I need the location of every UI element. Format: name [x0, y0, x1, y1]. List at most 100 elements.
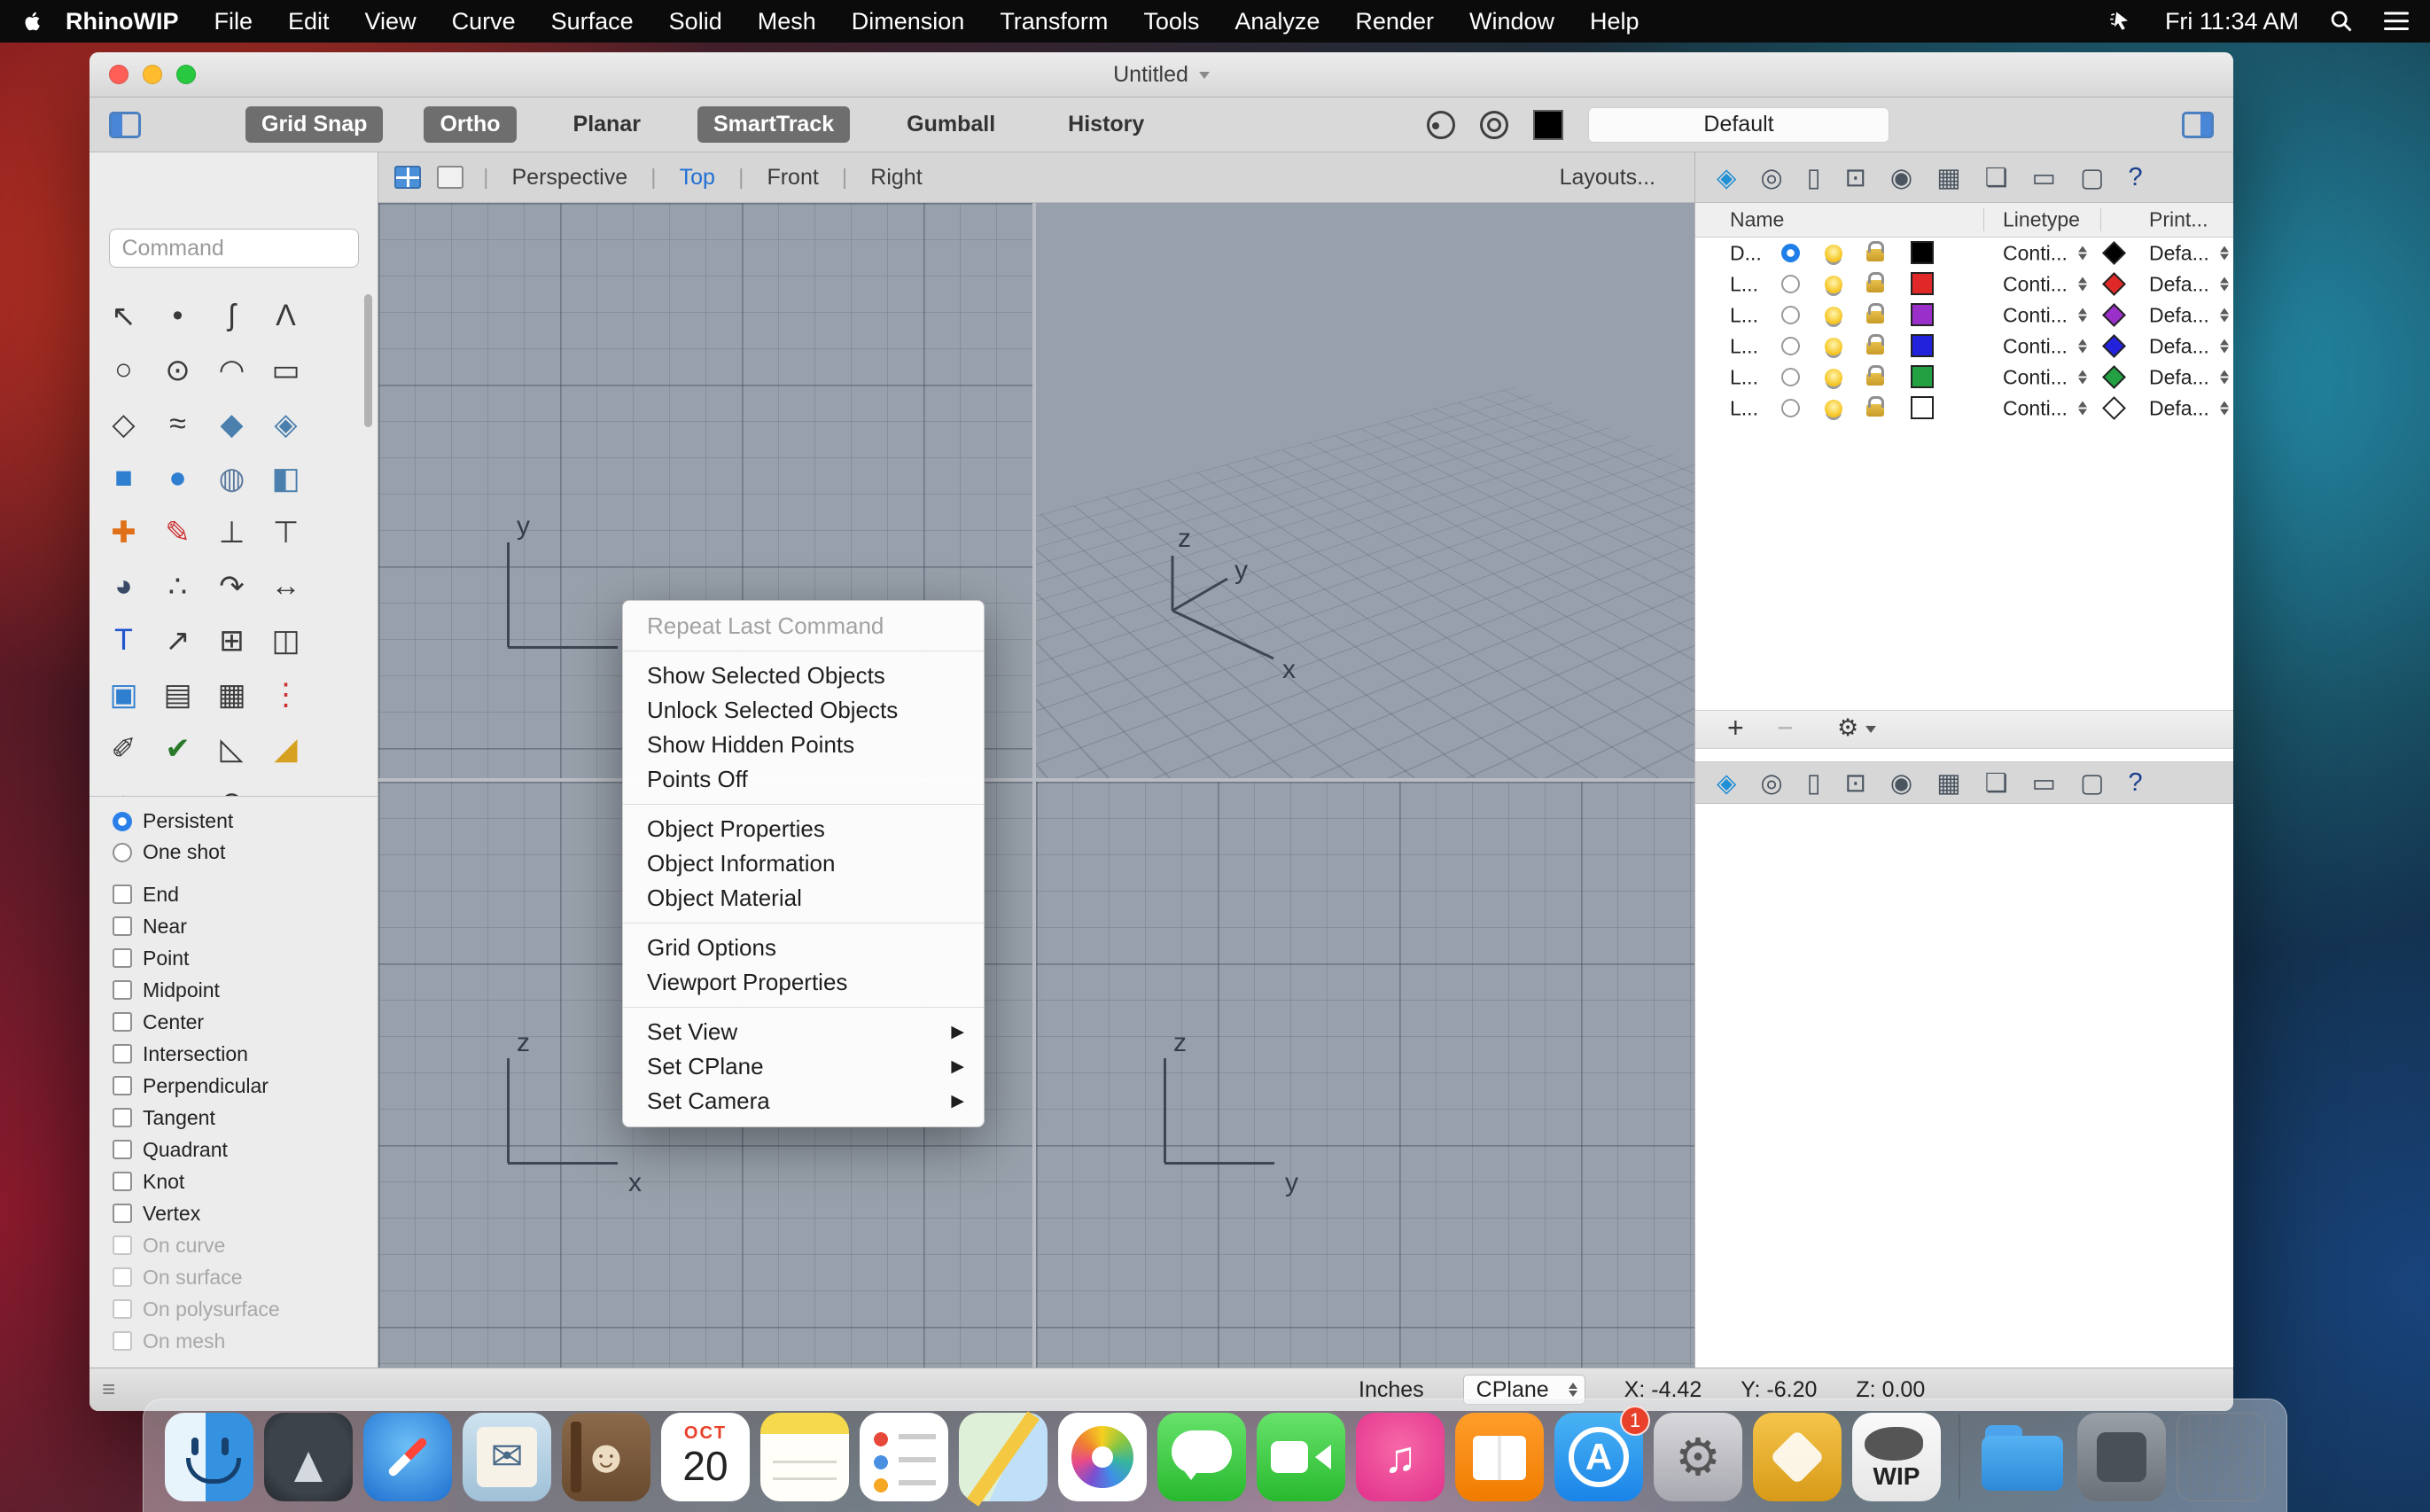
print-color-diamond[interactable] [2102, 365, 2126, 389]
checkbox-icon[interactable] [113, 948, 132, 968]
layer-color-swatch[interactable] [1911, 272, 1934, 295]
checkbox-icon[interactable] [113, 1108, 132, 1127]
dock-safari-icon[interactable] [363, 1412, 452, 1501]
rectangle-tool-icon[interactable]: ▭ [259, 343, 313, 397]
layer-options-dropdown[interactable]: ⚙ [1837, 714, 1877, 742]
clipping-plane-tool-icon[interactable]: ◫ [259, 613, 313, 667]
menu-item-set-cplane[interactable]: Set CPlane ▶ [623, 1049, 984, 1084]
menu-render[interactable]: Render [1337, 8, 1452, 35]
properties-panel-tab-icon[interactable]: ◎ [1760, 768, 1782, 799]
snap-vertex[interactable]: Vertex [90, 1197, 378, 1229]
lock-icon[interactable] [1866, 303, 1884, 323]
frame-panel-tab-icon[interactable]: ▭ [2032, 162, 2056, 193]
arc-tool-icon[interactable]: ◠ [205, 343, 259, 397]
menu-item-show-selected-objects[interactable]: Show Selected Objects [623, 659, 984, 693]
current-layer-radio[interactable] [1781, 368, 1800, 386]
minimize-button[interactable] [143, 65, 162, 84]
close-button[interactable] [109, 65, 129, 84]
menu-solid[interactable]: Solid [651, 8, 740, 35]
grid-array-tool-icon[interactable]: ▦ [205, 667, 259, 721]
materials-panel-tab-icon[interactable]: ⊡ [1845, 768, 1866, 799]
menu-tools[interactable]: Tools [1125, 8, 1217, 35]
document-panel-tab-icon[interactable]: ▯ [1807, 162, 1821, 193]
menu-item-object-properties[interactable]: Object Properties [623, 812, 984, 846]
bulb-icon[interactable] [1825, 276, 1842, 293]
menu-surface[interactable]: Surface [534, 8, 651, 35]
circle-tool-icon[interactable]: ○ [97, 343, 151, 397]
document-panel-tab-icon[interactable]: ▯ [1807, 768, 1821, 799]
point-column-tool-icon[interactable]: ⋮ [259, 667, 313, 721]
checkbox-icon[interactable] [113, 916, 132, 936]
menu-dimension[interactable]: Dimension [834, 8, 983, 35]
single-view-layout-icon[interactable] [437, 166, 463, 189]
checkbox-icon[interactable] [113, 1076, 132, 1095]
active-layer-color-swatch[interactable] [1533, 109, 1563, 140]
checkbox-icon[interactable] [113, 1044, 132, 1064]
dock-facetime-icon[interactable] [1257, 1412, 1345, 1501]
dock-rhino-wip-icon[interactable]: WIP [1852, 1412, 1941, 1501]
cursor-constraint-icon[interactable] [1427, 110, 1455, 139]
menu-item-set-camera[interactable]: Set Camera ▶ [623, 1084, 984, 1118]
menu-item-unlock-selected-objects[interactable]: Unlock Selected Objects [623, 693, 984, 728]
ellipse-b-tool-icon[interactable]: ⊖ [205, 775, 259, 797]
named-views-panel-tab-icon[interactable]: ◉ [1890, 768, 1912, 799]
cursor-status-icon[interactable] [2108, 9, 2135, 34]
dock-system-preferences-icon[interactable] [1654, 1412, 1742, 1501]
properties-panel-tab-icon[interactable]: ◎ [1760, 162, 1782, 193]
checkbox-icon[interactable] [113, 1172, 132, 1191]
column-print[interactable]: Print... [2149, 208, 2208, 232]
curve-tool-icon[interactable]: ʃ [205, 289, 259, 343]
hatch-tool-icon[interactable]: ▤ [151, 667, 205, 721]
menu-item-points-off[interactable]: Points Off [623, 762, 984, 797]
notification-center-icon[interactable] [2384, 11, 2409, 32]
column-linetype[interactable]: Linetype [2003, 208, 2080, 232]
help-panel-tab-icon[interactable]: ? [2128, 163, 2142, 192]
layer-row[interactable]: L... Conti... Defa... [1695, 331, 2233, 362]
ortho-toggle[interactable]: Ortho [424, 106, 517, 143]
smarttrack-toggle[interactable]: SmartTrack [697, 106, 851, 143]
remove-layer-button[interactable]: − [1777, 712, 1794, 744]
print-color-diamond[interactable] [2102, 303, 2126, 327]
current-layer-radio[interactable] [1781, 399, 1800, 417]
layer-linetype[interactable]: Conti... [2003, 272, 2087, 296]
viewport-right[interactable]: z y [1036, 782, 1694, 1368]
current-layer-radio[interactable] [1781, 306, 1800, 324]
sweep-tool-icon[interactable]: ◈ [259, 397, 313, 451]
current-layer-radio[interactable] [1781, 275, 1800, 293]
lock-icon[interactable] [1866, 272, 1884, 292]
snap-midpoint[interactable]: Midpoint [90, 974, 378, 1006]
menu-mesh[interactable]: Mesh [740, 8, 834, 35]
add-layer-button[interactable]: + [1727, 712, 1744, 744]
dock-app-store-icon[interactable]: 1 [1554, 1405, 1650, 1501]
dot-tool-icon[interactable]: ◦ [259, 775, 313, 796]
dock-gray-app-icon[interactable] [2077, 1412, 2166, 1501]
print-color-diamond[interactable] [2102, 272, 2126, 296]
four-view-layout-icon[interactable] [394, 166, 421, 189]
layers-panel-tab-icon[interactable]: ◈ [1717, 768, 1736, 799]
polygon-tool-icon[interactable]: ◇ [97, 397, 151, 451]
snap-end[interactable]: End [90, 878, 378, 910]
menu-help[interactable]: Help [1572, 8, 1657, 35]
plane-tool-icon[interactable]: ◧ [259, 451, 313, 505]
lock-icon[interactable] [1866, 365, 1884, 386]
print-color-diamond[interactable] [2102, 396, 2126, 420]
page-panel-tab-icon[interactable]: ❏ [1985, 768, 2008, 799]
menu-item-viewport-properties[interactable]: Viewport Properties [623, 965, 984, 1000]
layer-color-swatch[interactable] [1911, 396, 1934, 419]
print-color-diamond[interactable] [2102, 334, 2126, 358]
history-toggle[interactable]: History [1052, 106, 1160, 143]
point-cloud-tool-icon[interactable]: ∴ [151, 559, 205, 613]
dock-reminders-icon[interactable] [860, 1412, 948, 1501]
viewport-perspective[interactable]: z y x [1036, 203, 1694, 778]
checkbox-icon[interactable] [113, 885, 132, 904]
sidebar-scrollbar[interactable] [364, 294, 372, 427]
column-name[interactable]: Name [1730, 208, 1784, 232]
layers-panel-tab-icon[interactable]: ◈ [1717, 162, 1736, 193]
check-tool-icon[interactable]: ✔ [151, 721, 205, 775]
layer-row[interactable]: L... Conti... Defa... [1695, 362, 2233, 393]
dock-maps-icon[interactable] [959, 1412, 1048, 1501]
menu-file[interactable]: File [196, 8, 270, 35]
sphere-tool-icon[interactable]: ● [151, 451, 205, 505]
snap-center[interactable]: Center [90, 1006, 378, 1038]
dock-music-icon[interactable] [1356, 1412, 1445, 1501]
